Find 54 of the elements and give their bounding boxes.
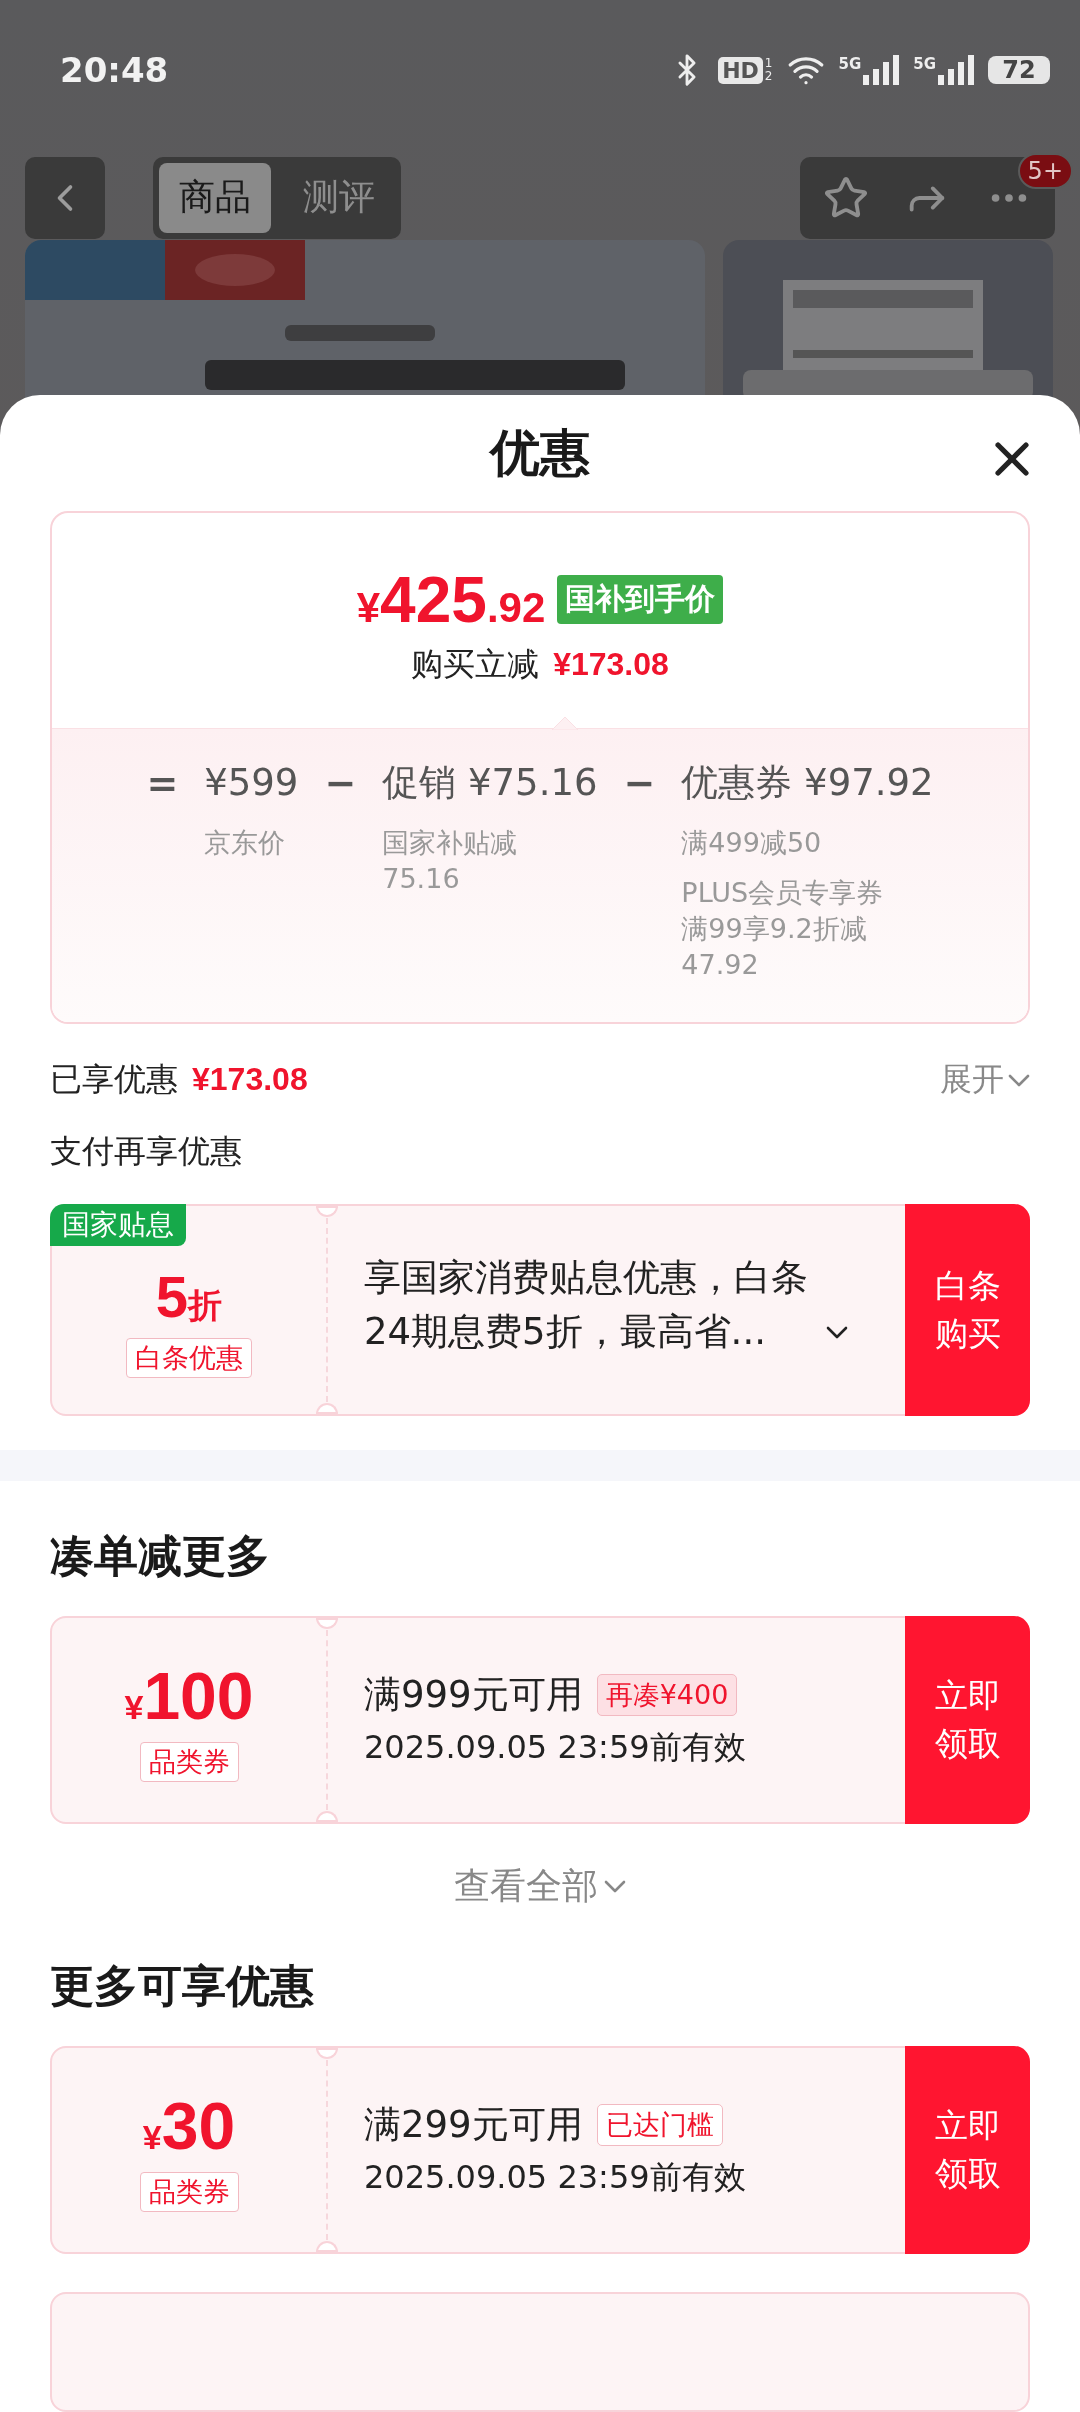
enjoyed-label: 已享优惠 [50,1059,178,1101]
operator-sign: = [146,760,179,808]
coupon-type-tag: 白条优惠 [126,1337,252,1378]
notification-badge: 5+ [1017,152,1073,189]
offer-text: 享国家消费贴息优惠，白条24期息费5折，最高省... [364,1255,809,1356]
section-title: 更多可享优惠 [50,1959,315,2013]
breakdown-note: 满499减50 [681,826,823,861]
coupon-validity: 2025.09.05 23:59前有效 [364,2157,747,2198]
back-button[interactable] [25,156,105,239]
tab[interactable]: 商品 [159,162,271,233]
breakdown-amount: ¥599 [204,760,299,807]
final-price: ¥425.92 [356,562,546,637]
saving-label: 购买立减 [411,643,540,685]
signal-icon [938,55,974,85]
status-time: 20:48 [60,50,169,90]
coupon-value: ¥30 [142,2088,236,2164]
claim-button[interactable]: 立即领取 [905,2046,1030,2254]
saving-amount: ¥173.08 [553,645,669,683]
battery-level: 72 [988,56,1050,84]
operator-sign: − [324,760,357,808]
coupon-tag: 再凑¥400 [596,1674,738,1716]
ribbon-tag: 国家贴息 [50,1204,186,1247]
operator-sign: − [623,760,656,808]
network-type: 5G [838,55,862,73]
claim-button[interactable]: 立即领取 [905,1616,1030,1824]
breakdown-amount: 优惠券 ¥97.92 [681,760,934,807]
buy-button[interactable]: 白条购买 [905,1204,1030,1417]
coupon-type-tag: 品类券 [139,1742,239,1782]
section-title: 凑单减更多 [50,1529,271,1583]
coupon-condition: 满999元可用 [364,1672,583,1718]
network-type: 5G [913,55,936,73]
tab[interactable]: 测评 [283,162,395,233]
sheet-title: 优惠 [490,422,590,484]
sim-slots: 1 2 [764,57,773,83]
coupon-value: ¥100 [124,1658,254,1734]
coupon-type-tag: 品类券 [139,2172,239,2212]
chevron-down-icon [826,1326,848,1340]
breakdown-note: PLUS会员专享券 满99享9.2折减 47.92 [681,876,885,983]
chevron-down-icon [1008,1073,1030,1087]
discount-value: 5折 [155,1262,223,1330]
breakdown-note: 国家补贴减 75.16 [382,826,519,897]
pay-title: 支付再享优惠 [50,1131,243,1173]
signal-icon [863,55,900,85]
price-tag: 国补到手价 [557,575,724,625]
hd-indicator: HD [718,56,763,84]
coupon-validity: 2025.09.05 23:59前有效 [364,1727,747,1768]
breakdown-note: 京东价 [204,826,287,861]
view-all-button[interactable]: 查看全部 [454,1862,626,1911]
coupon-condition: 满299元可用 [364,2102,583,2148]
expand-button[interactable]: 展开 [940,1058,1030,1103]
coupon-tag: 已达门槛 [596,2104,723,2146]
chevron-down-icon [604,1880,626,1893]
enjoyed-amount: ¥173.08 [192,1061,308,1099]
breakdown-amount: 促销 ¥75.16 [382,760,598,807]
